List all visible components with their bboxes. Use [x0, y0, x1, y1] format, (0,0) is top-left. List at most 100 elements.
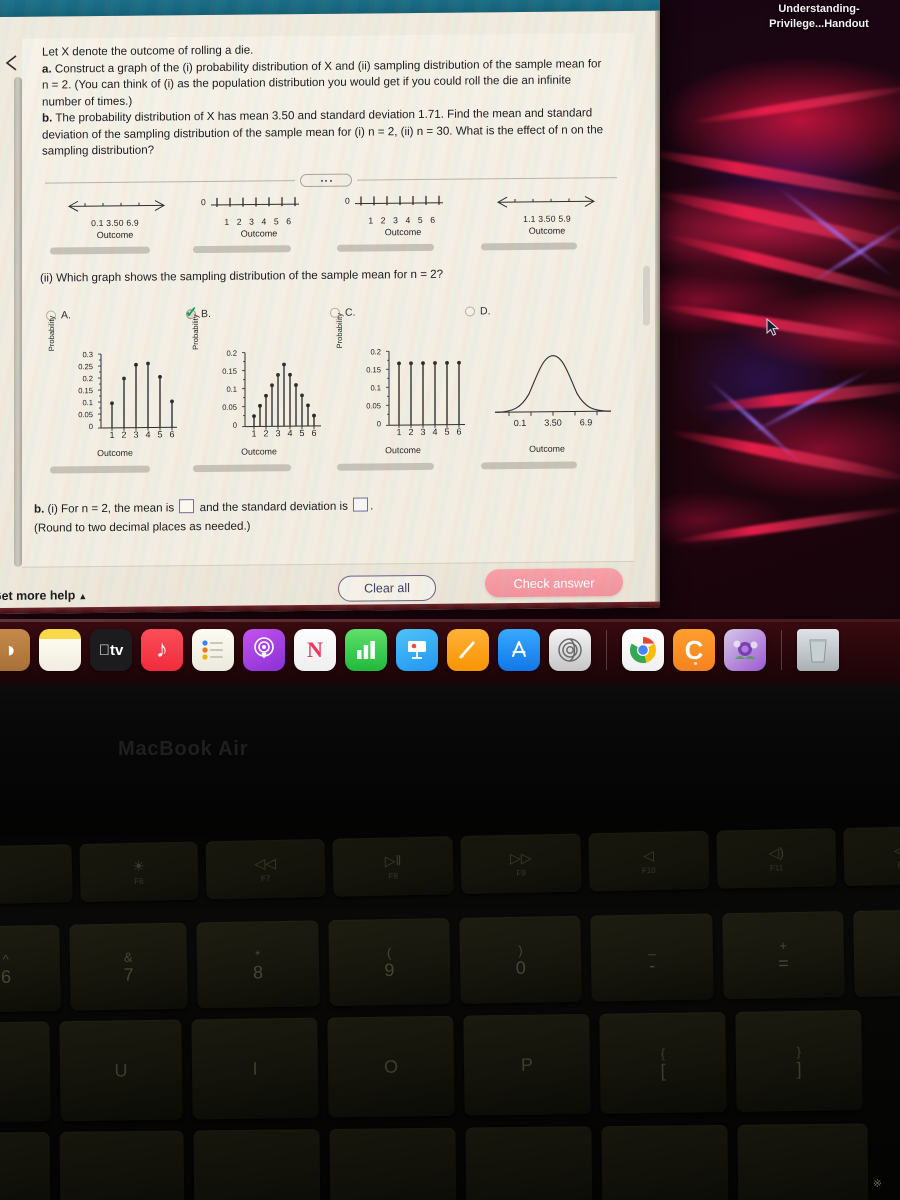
clear-all-button[interactable]: Clear all — [338, 574, 436, 602]
key-quote[interactable] — [601, 1124, 729, 1200]
axis-thumb-1[interactable]: 0.1 3.50 6.9 Outcome — [45, 191, 185, 254]
key-f7[interactable]: ◁◁ F7 — [204, 838, 326, 900]
graph-b-ytick: 0.1 — [226, 384, 237, 394]
axis-thumb-4[interactable]: 1.1 3.50 5.9 Outcome — [477, 187, 617, 250]
key-7[interactable]: & 7 — [68, 922, 188, 1011]
key-f5[interactable] — [0, 844, 73, 905]
standard-deviation-input[interactable] — [353, 497, 369, 512]
key-h[interactable] — [0, 1131, 51, 1200]
svg-text:4: 4 — [432, 427, 437, 436]
app-store-icon[interactable] — [498, 629, 540, 671]
key-7-label: 7 — [123, 964, 134, 985]
pages-icon[interactable] — [447, 629, 489, 671]
apple-tv-icon[interactable]: tv — [90, 629, 132, 671]
graph-a-ytick: 0 — [88, 422, 93, 432]
key-equals[interactable]: + = — [721, 911, 845, 1000]
music-icon[interactable]: ♪ — [141, 629, 183, 671]
key-f9[interactable]: ▷▷ F9 — [460, 833, 582, 895]
axis-thumb-2[interactable]: 0 1 2 3 4 5 6 Outcome — [189, 190, 329, 253]
key-minus-top: _ — [648, 939, 656, 956]
key-i[interactable]: I — [191, 1017, 319, 1120]
key-u-label: U — [114, 1060, 128, 1081]
back-arrow-icon[interactable] — [2, 53, 22, 73]
option-d[interactable]: D. — [465, 305, 491, 317]
get-more-help-label: Get more help — [0, 588, 76, 604]
key-bracket-left-top: { — [660, 1045, 666, 1061]
caption-bar — [193, 464, 291, 473]
svg-text:2: 2 — [408, 427, 413, 435]
key-delete[interactable] — [853, 909, 900, 997]
volume-down-icon: ◁) — [768, 844, 785, 861]
mac-dock: ◑ tv ♪ N — [0, 619, 900, 685]
photo-app-icon[interactable] — [724, 629, 766, 671]
problem-b-label: b. — [42, 111, 53, 125]
trash-icon[interactable] — [797, 629, 839, 671]
settings-icon[interactable] — [549, 629, 591, 671]
graph-b-ytick: 0 — [232, 420, 237, 430]
key-bracket-right[interactable]: } ] — [735, 1010, 863, 1112]
desktop-file-label[interactable]: Understanding-Privilege...Handout — [744, 2, 894, 32]
graph-a-ytick: 0.1 — [82, 398, 93, 408]
part-b-label: b. — [34, 502, 45, 516]
notes-icon[interactable] — [39, 629, 81, 671]
key-6[interactable]: ^ 6 — [0, 924, 61, 1013]
key-semicolon[interactable] — [465, 1126, 593, 1200]
key-minus[interactable]: _ - — [590, 913, 714, 1002]
mute-icon: ◁ — [642, 847, 655, 864]
podcasts-icon[interactable] — [243, 629, 285, 671]
axis-thumb-1-caption: Outcome — [96, 229, 134, 241]
get-more-help-button[interactable]: Get more help ▲ — [0, 588, 87, 603]
svg-text:5: 5 — [299, 428, 304, 437]
key-f6[interactable]: ☀ F6 — [79, 841, 199, 903]
key-f9-label: F9 — [516, 868, 526, 878]
key-k[interactable] — [193, 1129, 321, 1200]
key-8[interactable]: * 8 — [196, 920, 320, 1009]
reminders-icon[interactable] — [192, 629, 234, 671]
svg-text:2: 2 — [121, 430, 126, 438]
graph-d[interactable]: 0.1 3.50 6.9 Outcome — [477, 341, 617, 454]
mean-input[interactable] — [179, 499, 195, 514]
keynote-icon[interactable] — [396, 629, 438, 671]
key-f11[interactable]: ◁) F11 — [715, 828, 837, 889]
key-f10[interactable]: ◁ F10 — [588, 830, 710, 892]
key-l[interactable] — [329, 1127, 457, 1200]
keyboard-function-row: ☀ F6 ◁◁ F7 ▷‖ F8 ▷▷ F9 ◁ F10 ◁) F11 ◁)) … — [0, 825, 900, 905]
key-u[interactable]: U — [59, 1019, 183, 1122]
axis-thumb-1-ticks: 0.1 3.50 6.9 — [91, 217, 139, 229]
inner-scrollbar-thumb[interactable] — [643, 265, 650, 326]
graph-a[interactable]: Probability 0.3 0.25 0.2 0.15 0.1 0.05 0 — [45, 316, 185, 458]
axis-thumb-3[interactable]: 0 1 2 3 4 5 6 Outcome — [333, 188, 473, 251]
radio-d[interactable] — [465, 306, 475, 317]
caption-bar — [50, 465, 150, 474]
key-f12[interactable]: ◁)) F12 — [843, 825, 900, 887]
graph-b[interactable]: Probability 0.2 0.15 0.1 0.05 0 1 2 3 4 … — [189, 314, 329, 457]
graph-a-ytick: 0.2 — [82, 374, 93, 384]
numbers-icon[interactable] — [345, 629, 387, 671]
key-return[interactable] — [737, 1123, 869, 1200]
key-bracket-left[interactable]: { [ — [599, 1011, 727, 1114]
key-f7-label: F7 — [260, 874, 271, 884]
caret-up-icon: ▲ — [78, 591, 88, 602]
key-p[interactable]: P — [463, 1013, 591, 1116]
graph-b-ytick: 0.05 — [222, 402, 237, 412]
news-icon[interactable]: N — [294, 629, 336, 671]
key-9[interactable]: ( 9 — [327, 918, 451, 1007]
finder-icon[interactable]: ◑ — [0, 629, 30, 671]
key-0[interactable]: ) 0 — [459, 915, 583, 1004]
graph-b-xlabel: Outcome — [241, 446, 277, 457]
key-o[interactable]: O — [327, 1015, 455, 1118]
key-f8[interactable]: ▷‖ F8 — [332, 836, 454, 897]
graph-d-xlabel: Outcome — [529, 443, 565, 454]
check-answer-button[interactable]: Check answer — [485, 568, 623, 598]
dock-separator-2 — [781, 630, 782, 670]
key-y[interactable]: Y — [0, 1021, 51, 1123]
vertical-scrollbar-thumb[interactable] — [14, 76, 22, 567]
brightness-icon: ☀ — [132, 857, 146, 874]
expand-dots-button[interactable] — [300, 173, 352, 188]
chegg-icon[interactable]: C — [673, 629, 715, 671]
key-j[interactable] — [59, 1130, 185, 1200]
volume-up-icon: ◁)) — [893, 841, 900, 858]
graph-c[interactable]: Probability 0.2 0.15 0.1 0.05 0 1 2 3 4 … — [333, 313, 473, 455]
key-f11-label: F11 — [769, 863, 784, 873]
chrome-icon[interactable] — [622, 629, 664, 671]
